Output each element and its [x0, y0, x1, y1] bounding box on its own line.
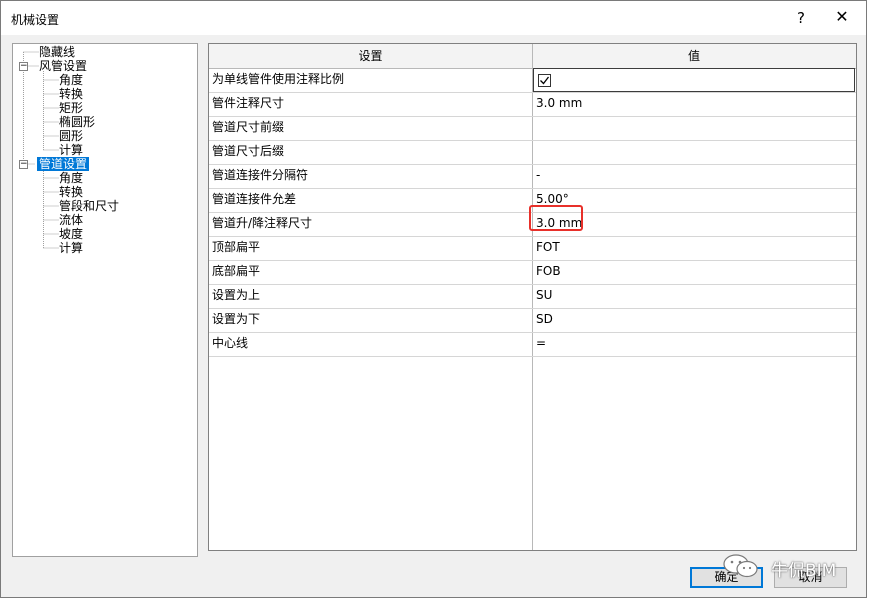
- grid-row-connector-separator[interactable]: 管道连接件分隔符 -: [209, 164, 856, 189]
- setting-value[interactable]: =: [533, 332, 856, 356]
- settings-grid: 设置 值 为单线管件使用注释比例 管件注释尺寸 3.0 mm 管道尺寸前缀 管道…: [208, 43, 857, 551]
- grid-row-fitting-annotation-size[interactable]: 管件注释尺寸 3.0 mm: [209, 92, 856, 117]
- setting-value[interactable]: FOB: [533, 260, 856, 284]
- setting-value[interactable]: -: [533, 164, 856, 188]
- setting-name: 管道升/降注释尺寸: [212, 216, 313, 230]
- setting-value[interactable]: SD: [533, 308, 856, 332]
- highlight-annotation-box: [529, 205, 583, 231]
- watermark: 牛侃BIM: [721, 553, 836, 581]
- check-icon: [540, 76, 550, 85]
- help-button[interactable]: ?: [791, 9, 811, 27]
- setting-name: 设置为上: [212, 288, 261, 302]
- mechanical-settings-dialog: 机械设置 ? ✕ 隐藏线 − 风管设置 角度 转换 矩形 椭圆形 圆形 计算 −…: [0, 0, 867, 598]
- tree-item-duct-rectangular[interactable]: 矩形: [59, 101, 83, 115]
- settings-tree[interactable]: 隐藏线 − 风管设置 角度 转换 矩形 椭圆形 圆形 计算 − 管道设置 角度 …: [12, 43, 198, 557]
- annotation-scale-checkbox[interactable]: [538, 74, 551, 87]
- watermark-text: 牛侃BIM: [771, 561, 837, 581]
- grid-row-set-up[interactable]: 设置为上 SU: [209, 284, 856, 309]
- title-bar: 机械设置 ? ✕: [1, 1, 866, 35]
- column-header-setting[interactable]: 设置: [209, 44, 533, 68]
- tree-item-hidden-lines[interactable]: 隐藏线: [39, 45, 75, 59]
- grid-row-centerline[interactable]: 中心线 =: [209, 332, 856, 357]
- tree-item-pipe-fluid[interactable]: 流体: [59, 213, 83, 227]
- setting-value[interactable]: [533, 140, 856, 164]
- close-button[interactable]: ✕: [832, 7, 852, 26]
- tree-item-pipe-conversion[interactable]: 转换: [59, 185, 83, 199]
- tree-item-pipe-slope[interactable]: 坡度: [59, 227, 83, 241]
- setting-value[interactable]: SU: [533, 284, 856, 308]
- tree-item-duct-calculation[interactable]: 计算: [59, 143, 83, 157]
- setting-name: 管道尺寸前缀: [212, 120, 285, 134]
- setting-value[interactable]: [533, 116, 856, 140]
- tree-item-duct-angle[interactable]: 角度: [59, 73, 83, 87]
- tree-item-duct-conversion[interactable]: 转换: [59, 87, 83, 101]
- tree-item-duct-round[interactable]: 圆形: [59, 129, 83, 143]
- grid-row-pipe-size-suffix[interactable]: 管道尺寸后缀: [209, 140, 856, 165]
- setting-name: 管道尺寸后缀: [212, 144, 285, 158]
- tree-item-pipe-segments-sizes[interactable]: 管段和尺寸: [59, 199, 119, 213]
- setting-name: 为单线管件使用注释比例: [212, 72, 345, 86]
- grid-row-annotation-scale[interactable]: 为单线管件使用注释比例: [209, 68, 856, 93]
- tree-item-pipe-settings[interactable]: 管道设置: [37, 157, 90, 171]
- setting-name: 设置为下: [212, 312, 261, 326]
- tree-connector-lines: [23, 51, 59, 249]
- tree-item-duct-settings[interactable]: 风管设置: [39, 59, 87, 73]
- dialog-title: 机械设置: [11, 13, 60, 27]
- tree-item-pipe-angle[interactable]: 角度: [59, 171, 83, 185]
- grid-row-flat-on-bottom[interactable]: 底部扁平 FOB: [209, 260, 856, 285]
- setting-name: 管道连接件允差: [212, 192, 297, 206]
- setting-name: 管件注释尺寸: [212, 96, 285, 110]
- setting-name: 中心线: [212, 336, 249, 350]
- collapse-duct-settings-icon[interactable]: −: [19, 62, 28, 71]
- tree-item-pipe-calculation[interactable]: 计算: [59, 241, 83, 255]
- setting-value[interactable]: FOT: [533, 236, 856, 260]
- value-cell-checkbox[interactable]: [533, 68, 855, 92]
- grid-row-pipe-size-prefix[interactable]: 管道尺寸前缀: [209, 116, 856, 141]
- grid-row-set-down[interactable]: 设置为下 SD: [209, 308, 856, 333]
- setting-name: 管道连接件分隔符: [212, 168, 309, 182]
- setting-value[interactable]: 3.0 mm: [533, 92, 856, 116]
- grid-row-flat-on-top[interactable]: 顶部扁平 FOT: [209, 236, 856, 261]
- setting-name: 顶部扁平: [212, 240, 261, 254]
- collapse-pipe-settings-icon[interactable]: −: [19, 160, 28, 169]
- column-header-value[interactable]: 值: [533, 44, 855, 68]
- wechat-icon: [723, 554, 758, 578]
- setting-name: 底部扁平: [212, 264, 261, 278]
- tree-item-duct-oval[interactable]: 椭圆形: [59, 115, 95, 129]
